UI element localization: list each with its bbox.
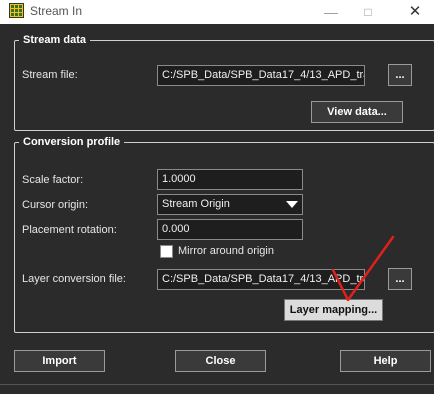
close-button[interactable]: Close [175,350,266,372]
cursor-origin-select[interactable]: Stream Origin [157,194,303,215]
mirror-origin-label: Mirror around origin [178,245,274,257]
window-title: Stream In [30,4,83,18]
conversion-profile-legend: Conversion profile [23,136,121,148]
placement-rotation-label: Placement rotation: [22,224,117,236]
layer-conversion-label: Layer conversion file: [22,273,126,285]
stream-file-input[interactable]: C:/SPB_Data/SPB_Data17_4/13_APD_train [157,65,365,86]
maximize-icon[interactable]: □ [355,2,381,22]
layer-conversion-input[interactable]: C:/SPB_Data/SPB_Data17_4/13_APD_train [157,269,365,290]
scale-factor-label: Scale factor: [22,174,84,186]
view-data-button[interactable]: View data... [311,101,403,123]
scale-factor-input[interactable]: 1.0000 [157,169,303,190]
title-bar: Stream In — □ ✕ [0,0,434,24]
import-button[interactable]: Import [14,350,105,372]
layer-mapping-button[interactable]: Layer mapping... [284,299,383,321]
cursor-origin-value: Stream Origin [162,198,230,210]
minimize-icon[interactable]: — [318,2,344,22]
stream-file-browse-button[interactable]: ... [388,64,412,86]
grid-app-icon [9,3,24,18]
close-icon[interactable]: ✕ [402,2,428,22]
cursor-origin-label: Cursor origin: [22,199,89,211]
mirror-origin-checkbox[interactable] [160,245,173,258]
help-button[interactable]: Help [340,350,431,372]
stream-data-legend: Stream data [23,34,86,46]
chevron-down-icon [286,201,298,208]
placement-rotation-input[interactable]: 0.000 [157,219,303,240]
layer-conversion-browse-button[interactable]: ... [388,268,412,290]
stream-file-label: Stream file: [22,69,78,81]
